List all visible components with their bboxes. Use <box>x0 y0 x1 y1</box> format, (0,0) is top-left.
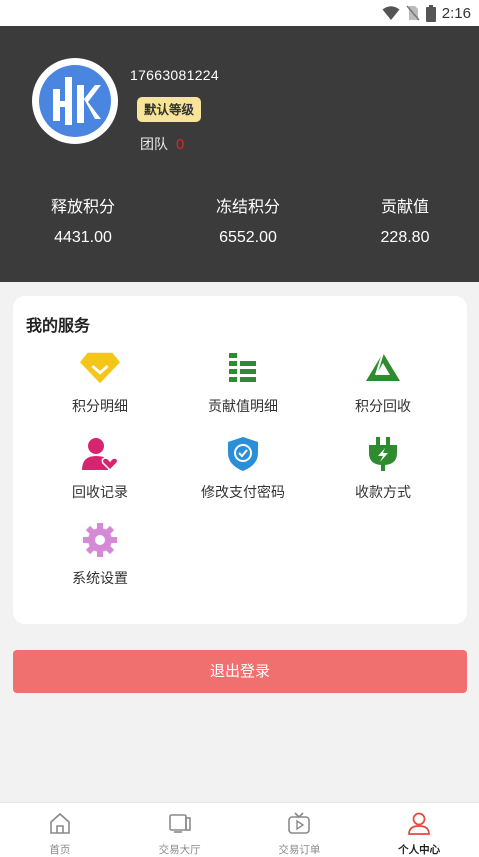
service-payment-method[interactable]: 收款方式 <box>313 434 453 502</box>
avatar-logo-icon <box>39 65 111 137</box>
service-label: 回收记录 <box>72 485 128 501</box>
service-label: 积分回收 <box>355 399 411 415</box>
service-label: 贡献值明细 <box>208 399 278 415</box>
service-points-recycle[interactable]: 积分回收 <box>313 348 453 416</box>
status-bar: 2:16 <box>0 0 479 26</box>
team-label: 团队 <box>140 137 168 153</box>
profile-header: 17663081224 默认等级 团队 0 释放积分 4431.00 冻结积分 6… <box>0 26 479 282</box>
tab-label: 首页 <box>49 844 71 856</box>
recycle-icon <box>366 353 400 381</box>
bottom-tabbar: 首页 交易大厅 交易订单 个人中心 <box>0 802 479 857</box>
logout-button[interactable]: 退出登录 <box>13 650 467 693</box>
service-points-detail[interactable]: 积分明细 <box>30 348 170 416</box>
services-card: 我的服务 积分明细 贡献值明细 积分回收 回收记录 修改支付密码 收款方式 系统… <box>13 296 467 624</box>
service-label: 积分明细 <box>72 399 128 415</box>
stat-frozen-points[interactable]: 冻结积分 6552.00 <box>188 193 308 247</box>
tab-trade-orders[interactable]: 交易订单 <box>240 803 360 857</box>
tab-personal-center[interactable]: 个人中心 <box>359 803 479 857</box>
phone-number: 17663081224 <box>130 67 219 83</box>
stat-release-points[interactable]: 释放积分 4431.00 <box>23 193 143 247</box>
shield-check-icon <box>228 437 258 471</box>
gear-icon <box>83 523 117 557</box>
service-change-pay-password[interactable]: 修改支付密码 <box>173 434 313 502</box>
hall-icon <box>168 814 191 833</box>
order-icon <box>288 812 311 834</box>
wifi-icon <box>382 6 400 20</box>
service-contribution-detail[interactable]: 贡献值明细 <box>173 348 313 416</box>
user-heart-icon <box>82 438 118 471</box>
stat-label: 冻结积分 <box>215 197 280 216</box>
avatar[interactable] <box>32 58 118 144</box>
service-label: 系统设置 <box>72 571 128 587</box>
service-label: 修改支付密码 <box>201 485 285 501</box>
diamond-icon <box>80 352 120 384</box>
clock: 2:16 <box>441 4 471 22</box>
list-icon <box>229 353 256 382</box>
service-recycle-records[interactable]: 回收记录 <box>30 434 170 502</box>
stat-value: 228.80 <box>380 229 430 246</box>
tab-label: 个人中心 <box>398 844 441 856</box>
person-icon <box>408 812 430 835</box>
battery-icon <box>425 4 436 22</box>
service-label: 收款方式 <box>355 485 411 501</box>
team-info[interactable]: 团队 0 <box>140 134 184 154</box>
tab-home[interactable]: 首页 <box>0 803 120 857</box>
tab-trading-hall[interactable]: 交易大厅 <box>120 803 240 857</box>
no-sim-icon <box>406 5 420 21</box>
stat-value: 4431.00 <box>54 229 112 246</box>
tab-label: 交易订单 <box>278 844 321 856</box>
service-system-settings[interactable]: 系统设置 <box>30 520 170 588</box>
services-title: 我的服务 <box>26 316 91 335</box>
plug-icon <box>369 437 397 471</box>
level-badge: 默认等级 <box>137 97 202 122</box>
home-icon <box>50 812 70 834</box>
team-count: 0 <box>176 136 185 153</box>
stat-value: 6552.00 <box>219 229 277 246</box>
stat-label: 释放积分 <box>50 197 115 216</box>
tab-label: 交易大厅 <box>158 844 201 856</box>
stat-contribution[interactable]: 贡献值 228.80 <box>345 193 465 247</box>
stat-label: 贡献值 <box>380 197 429 216</box>
